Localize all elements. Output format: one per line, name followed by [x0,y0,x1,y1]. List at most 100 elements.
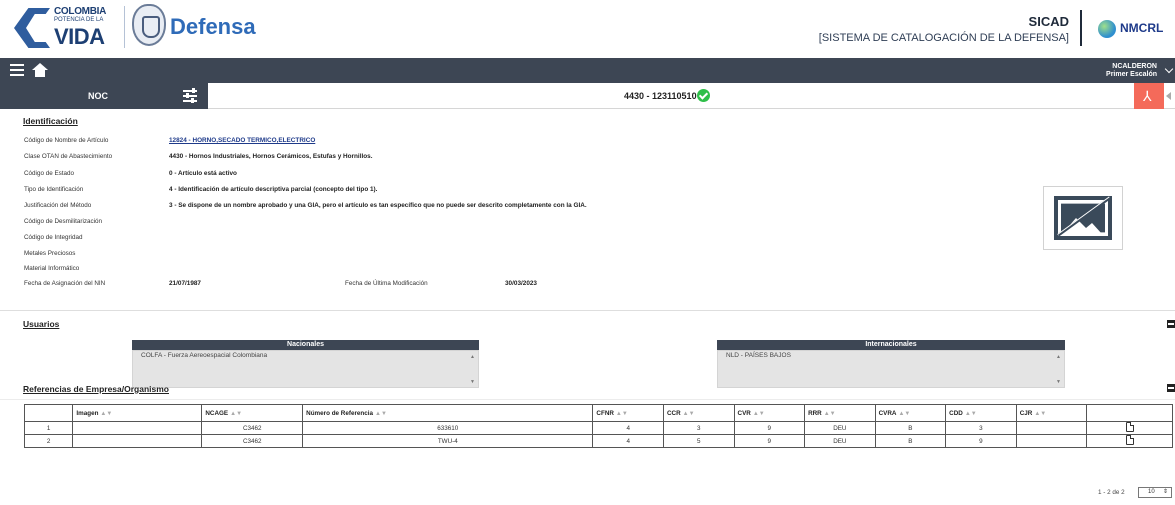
chevron-down-icon[interactable] [1164,64,1174,74]
field-label: Material Informático [24,265,80,272]
document-icon[interactable] [1125,422,1134,432]
sliders-icon[interactable] [183,88,197,103]
cell-reference: TWU-4 [302,434,594,448]
cell-cvr: 9 [733,421,806,435]
international-users-header: Internacionales [717,340,1065,350]
nmcrl-logo[interactable]: NMCRL [1098,18,1174,40]
cell-ccr: 5 [662,434,735,448]
check-circle-icon [697,89,710,102]
field-label: Código de Desmilitarización [24,218,103,225]
col-cdd[interactable]: CDD ▲▼ [945,404,1017,422]
cell-cjr [1015,421,1088,435]
logo-line1: COLOMBIA [54,6,107,17]
cell-index: 2 [23,434,74,448]
col-cvra[interactable]: CVRA ▲▼ [874,404,947,422]
collapse-references-minus-icon[interactable] [1167,384,1175,392]
section-divider [0,310,1175,311]
col-cvr[interactable]: CVR ▲▼ [733,404,806,422]
last-mod-label: Fecha de Última Modificación [345,280,428,287]
col-cjr[interactable]: CJR ▲▼ [1015,404,1088,422]
pdf-export-button[interactable] [1134,83,1164,109]
list-item[interactable]: COLFA - Fuerza Aereoespacial Colombiana [141,352,267,359]
cell-image [72,434,203,448]
references-title: Referencias de Empresa/Organismo [23,384,169,394]
record-toolbar: NOC 4430 - 123110510 [0,83,1175,109]
col-reference-number[interactable]: Número de Referencia ▲▼ [302,404,594,422]
sort-icon[interactable]: ▲▼ [1034,411,1046,417]
table-row[interactable]: 1 C3462 633610 4 3 9 DEU B 3 [23,421,1173,435]
cell-rrr: DEU [804,421,876,435]
scroll-down-icon[interactable]: ▼ [1056,379,1061,385]
sort-icon[interactable]: ▲▼ [824,411,836,417]
col-ncage[interactable]: NCAGE ▲▼ [201,404,304,422]
col-image[interactable]: Imagen ▲▼ [72,404,203,422]
menu-icon[interactable] [10,64,24,76]
international-users-list[interactable]: NLD - PAÍSES BAJOS ▲ ▼ [717,350,1065,388]
col-rrr[interactable]: RRR ▲▼ [804,404,876,422]
references-table: Imagen ▲▼ NCAGE ▲▼ Número de Referencia ▲▼ … [23,404,1173,448]
field-label: Justificación del Método [24,202,92,209]
header-divider [124,6,125,48]
national-users-list[interactable]: COLFA - Fuerza Aereoespacial Colombiana … [132,350,479,388]
field-value: 3 - Se dispone de un nombre aprobado y u… [169,202,587,209]
article-image[interactable] [1043,186,1123,250]
cell-cvr: 9 [733,434,806,448]
ministry-name[interactable]: Defensa [170,14,256,40]
colombia-logo[interactable]: COLOMBIA POTENCIA DE LA VIDA [10,4,118,52]
users-title: Usuarios [23,319,60,329]
logo-line2: POTENCIA DE LA [54,17,104,23]
document-icon[interactable] [1125,435,1134,445]
col-cfnr[interactable]: CFNR ▲▼ [592,404,664,422]
cell-actions [1086,434,1173,448]
cell-cjr [1015,434,1088,448]
cell-cdd: 3 [945,421,1017,435]
cell-ccr: 3 [662,421,735,435]
sort-icon[interactable]: ▲▼ [616,411,628,417]
cell-ncage: C3462 [201,421,304,435]
cell-cfnr: 4 [592,421,664,435]
sort-icon[interactable]: ▲▼ [965,411,977,417]
table-row[interactable]: 2 C3462 TWU-4 4 5 9 DEU B 9 [23,434,1173,448]
field-label: Código de Integridad [24,234,83,241]
cell-reference: 633610 [302,421,594,435]
sort-icon[interactable]: ▲▼ [230,411,242,417]
scroll-up-icon[interactable]: ▲ [470,354,475,360]
user-menu[interactable]: NCALDERON Primer Escalón [1106,63,1157,79]
column-label: CCR [666,409,681,417]
cell-image [72,421,203,435]
column-label: Número de Referencia [306,409,373,417]
nin-assigned-date: 21/07/1987 [169,280,201,287]
column-label: NCAGE [205,409,229,417]
table-header-row: Imagen ▲▼ NCAGE ▲▼ Número de Referencia ▲▼ … [23,404,1173,422]
article-name-link[interactable]: 12824 - HORNO,SECADO TERMICO,ELECTRICO [169,137,315,144]
chevron-left-icon[interactable] [1166,92,1171,100]
scroll-down-icon[interactable]: ▼ [470,379,475,385]
noc-panel-header: NOC [0,83,208,109]
nmcrl-label: NMCRL [1120,21,1164,35]
col-ccr[interactable]: CCR ▲▼ [662,404,735,422]
field-value: 4430 - Hornos Industriales, Hornos Cerám… [169,153,373,160]
nin-number: 4430 - 123110510 [624,91,697,101]
cell-index: 1 [23,421,74,435]
header-divider-right [1080,10,1082,46]
app-subtitle: [SISTEMA DE CATALOGACIÓN DE LA DEFENSA] [818,32,1069,44]
coat-of-arms-icon [132,4,166,46]
sort-icon[interactable]: ▲▼ [683,411,695,417]
sort-icon[interactable]: ▲▼ [753,411,765,417]
field-label: Fecha de Asignación del NIN [24,280,106,287]
scroll-up-icon[interactable]: ▲ [1056,354,1061,360]
column-label: RRR [808,409,822,417]
cell-cvra: B [874,434,947,448]
col-actions [1086,404,1173,422]
column-label: CFNR [596,409,614,417]
list-item[interactable]: NLD - PAÍSES BAJOS [726,352,791,359]
user-role: Primer Escalón [1106,71,1157,78]
column-label: CVRA [878,409,897,417]
home-icon[interactable] [32,63,48,77]
sort-icon[interactable]: ▲▼ [100,411,112,417]
page-size-select[interactable]: 10 ⇕ [1138,487,1172,498]
sort-icon[interactable]: ▲▼ [898,411,910,417]
national-users-header: Nacionales [132,340,479,350]
collapse-users-minus-icon[interactable] [1167,320,1175,328]
sort-icon[interactable]: ▲▼ [375,411,387,417]
